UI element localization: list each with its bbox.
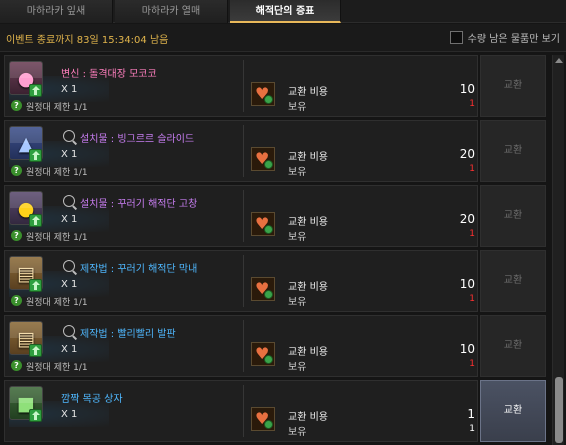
item-name: 변신 : 돌격대장 모코코 [61, 69, 157, 80]
pirate-token-icon: ♥ [251, 147, 275, 171]
pirate-token-icon: ♥ [251, 407, 275, 431]
home-icon [29, 409, 42, 422]
exchange-list: ● 변신 : 돌격대장 모코코 X 1 ? 원정대 제한 1/1 ♥ 교환 비용… [4, 55, 548, 445]
item-name: 설치물 : 빙그르르 슬라이드 [80, 134, 195, 145]
item-card: ● 설치물 : 꾸러기 해적단 고창 X 1 ? 원정대 제한 1/1 ♥ 교환… [4, 185, 478, 247]
owned-label: 보유 [288, 427, 307, 438]
item-limit: 원정대 제한 1/1 [26, 103, 88, 113]
help-icon: ? [11, 230, 22, 241]
filter-remaining-only[interactable]: 수량 남은 물품만 보기 [449, 30, 560, 45]
exchange-button[interactable]: 교환 [480, 380, 546, 442]
cost-value: 20 [459, 147, 475, 161]
help-icon: ? [11, 295, 22, 306]
cost-value: 10 [459, 342, 475, 356]
pirate-token-icon: ♥ [251, 82, 275, 106]
filter-label: 수량 남은 물품만 보기 [467, 33, 560, 45]
tab-bar: 마하라카 잎새 마하라카 열매 해적단의 증표 [0, 0, 566, 23]
tab-mahalaka-fruit[interactable]: 마하라카 열매 [115, 0, 228, 23]
item-name: 깜짝 목공 상자 [61, 394, 123, 405]
list-item: ● 설치물 : 꾸러기 해적단 고창 X 1 ? 원정대 제한 1/1 ♥ 교환… [4, 185, 548, 247]
exchange-button[interactable]: 교환 [480, 185, 546, 247]
event-countdown: 이벤트 종료까지 83일 15:34:04 남음 [6, 35, 169, 46]
cost-value: 10 [459, 277, 475, 291]
owned-label: 보유 [288, 297, 307, 308]
owned-label: 보유 [288, 102, 307, 113]
exchange-button[interactable]: 교환 [480, 315, 546, 377]
exchange-button[interactable]: 교환 [480, 250, 546, 312]
tab-mahalaka-leaf[interactable]: 마하라카 잎새 [0, 0, 113, 23]
list-item: ■ 깜짝 목공 상자 X 1 ♥ 교환 비용 보유 1 1 교환 [4, 380, 548, 442]
exchange-button[interactable]: 교환 [480, 55, 546, 117]
cost-label: 교환 비용 [288, 152, 328, 163]
list-item: ● 변신 : 돌격대장 모코코 X 1 ? 원정대 제한 1/1 ♥ 교환 비용… [4, 55, 548, 117]
list-item: ▲ 설치물 : 빙그르르 슬라이드 X 1 ? 원정대 제한 1/1 ♥ 교환 … [4, 120, 548, 182]
list-item: ▤ 제작법 : 빨리빨리 발판 X 1 ? 원정대 제한 1/1 ♥ 교환 비용… [4, 315, 548, 377]
item-quantity: X 1 [61, 344, 78, 355]
item-limit: 원정대 제한 1/1 [26, 363, 88, 373]
scrollbar[interactable] [552, 55, 564, 445]
pirate-token-icon: ♥ [251, 277, 275, 301]
item-quantity: X 1 [61, 214, 78, 225]
item-quantity: X 1 [61, 149, 78, 160]
cost-value: 1 [467, 407, 475, 421]
cost-label: 교환 비용 [288, 412, 328, 423]
cost-label: 교환 비용 [288, 87, 328, 98]
help-icon: ? [11, 100, 22, 111]
item-name: 제작법 : 빨리빨리 발판 [80, 329, 176, 340]
home-icon [29, 344, 42, 357]
item-limit: 원정대 제한 1/1 [26, 233, 88, 243]
item-card: ■ 깜짝 목공 상자 X 1 ♥ 교환 비용 보유 1 1 [4, 380, 478, 442]
search-icon[interactable] [63, 130, 75, 142]
owned-value: 1 [469, 99, 475, 109]
owned-label: 보유 [288, 362, 307, 373]
cost-label: 교환 비용 [288, 217, 328, 228]
pirate-token-icon: ♥ [251, 212, 275, 236]
cost-label: 교환 비용 [288, 282, 328, 293]
search-icon[interactable] [63, 325, 75, 337]
owned-value: 1 [469, 359, 475, 369]
cost-value: 10 [459, 82, 475, 96]
exchange-button[interactable]: 교환 [480, 120, 546, 182]
cost-value: 20 [459, 212, 475, 226]
item-card: ▤ 제작법 : 꾸러기 해적단 막내 X 1 ? 원정대 제한 1/1 ♥ 교환… [4, 250, 478, 312]
owned-label: 보유 [288, 167, 307, 178]
owned-value: 1 [469, 294, 475, 304]
item-quantity: X 1 [61, 279, 78, 290]
item-name: 설치물 : 꾸러기 해적단 고창 [80, 199, 198, 210]
owned-label: 보유 [288, 232, 307, 243]
event-header: 이벤트 종료까지 83일 15:34:04 남음 수량 남은 물품만 보기 [0, 24, 566, 52]
item-name: 제작법 : 꾸러기 해적단 막내 [80, 264, 198, 275]
item-limit: 원정대 제한 1/1 [26, 298, 88, 308]
item-limit: 원정대 제한 1/1 [26, 168, 88, 178]
item-quantity: X 1 [61, 409, 78, 420]
home-icon [29, 279, 42, 292]
scroll-up-arrow-icon[interactable] [554, 56, 564, 66]
search-icon[interactable] [63, 195, 75, 207]
help-icon: ? [11, 360, 22, 371]
owned-value: 1 [469, 424, 475, 434]
scroll-thumb[interactable] [555, 377, 563, 443]
tab-pirate-token[interactable]: 해적단의 증표 [230, 0, 341, 23]
list-item: ▤ 제작법 : 꾸러기 해적단 막내 X 1 ? 원정대 제한 1/1 ♥ 교환… [4, 250, 548, 312]
home-icon [29, 84, 42, 97]
cost-label: 교환 비용 [288, 347, 328, 358]
item-card: ▲ 설치물 : 빙그르르 슬라이드 X 1 ? 원정대 제한 1/1 ♥ 교환 … [4, 120, 478, 182]
item-quantity: X 1 [61, 84, 78, 95]
item-card: ▤ 제작법 : 빨리빨리 발판 X 1 ? 원정대 제한 1/1 ♥ 교환 비용… [4, 315, 478, 377]
pirate-token-icon: ♥ [251, 342, 275, 366]
search-icon[interactable] [63, 260, 75, 272]
item-card: ● 변신 : 돌격대장 모코코 X 1 ? 원정대 제한 1/1 ♥ 교환 비용… [4, 55, 478, 117]
filter-checkbox[interactable] [449, 30, 463, 44]
help-icon: ? [11, 165, 22, 176]
home-icon [29, 149, 42, 162]
owned-value: 1 [469, 229, 475, 239]
owned-value: 1 [469, 164, 475, 174]
home-icon [29, 214, 42, 227]
